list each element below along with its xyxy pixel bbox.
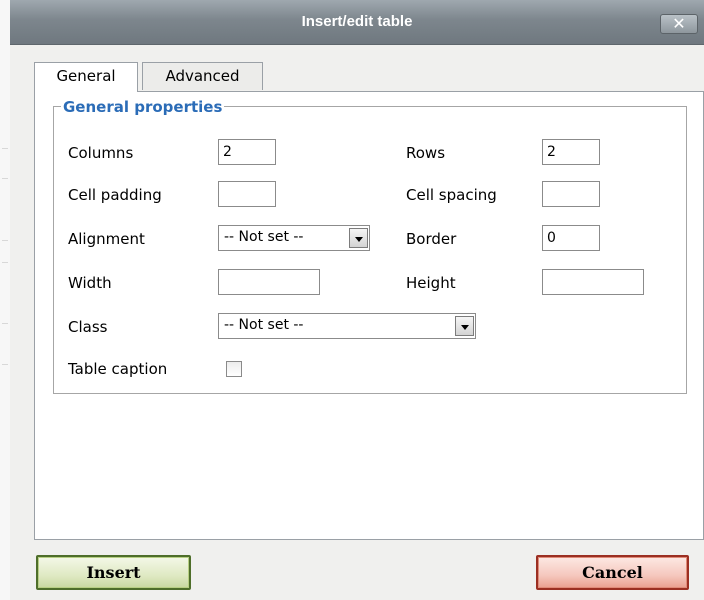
columns-label: Columns (68, 144, 134, 162)
columns-input[interactable] (218, 139, 276, 165)
tab-advanced[interactable]: Advanced (142, 62, 263, 90)
border-label: Border (406, 230, 457, 248)
general-properties-legend: General properties (61, 98, 225, 116)
cancel-button[interactable]: Cancel (536, 555, 689, 590)
border-input[interactable] (542, 225, 600, 251)
insert-edit-table-dialog: Insert/edit table ✕ General Advanced Gen… (10, 0, 704, 600)
background-page-fragment (0, 0, 10, 600)
insert-button[interactable]: Insert (36, 555, 191, 590)
width-label: Width (68, 274, 112, 292)
rows-input[interactable] (542, 139, 600, 165)
rows-label: Rows (406, 144, 446, 162)
height-label: Height (406, 274, 456, 292)
close-button[interactable]: ✕ (660, 14, 698, 34)
height-input[interactable] (542, 269, 644, 295)
class-label: Class (68, 318, 108, 336)
class-select[interactable]: -- Not set -- (218, 313, 476, 339)
alignment-label: Alignment (68, 230, 145, 248)
general-panel: General properties Columns Rows Cell pad… (34, 91, 704, 540)
cell-spacing-input[interactable] (542, 181, 600, 207)
alignment-select-value: -- Not set -- (224, 229, 304, 245)
class-select-value: -- Not set -- (224, 317, 304, 333)
cell-spacing-label: Cell spacing (406, 186, 497, 204)
alignment-select[interactable]: -- Not set -- (218, 225, 370, 251)
cell-padding-input[interactable] (218, 181, 276, 207)
close-icon: ✕ (672, 14, 686, 33)
chevron-down-icon[interactable] (349, 228, 368, 248)
general-properties-fieldset: General properties Columns Rows Cell pad… (53, 98, 687, 394)
cell-padding-label: Cell padding (68, 186, 162, 204)
dialog-title: Insert/edit table (301, 13, 413, 30)
width-input[interactable] (218, 269, 320, 295)
table-caption-label: Table caption (68, 360, 168, 378)
table-caption-checkbox[interactable] (226, 361, 242, 377)
dialog-titlebar[interactable]: Insert/edit table ✕ (10, 0, 704, 45)
tab-general[interactable]: General (34, 62, 138, 92)
chevron-down-icon[interactable] (455, 316, 474, 336)
